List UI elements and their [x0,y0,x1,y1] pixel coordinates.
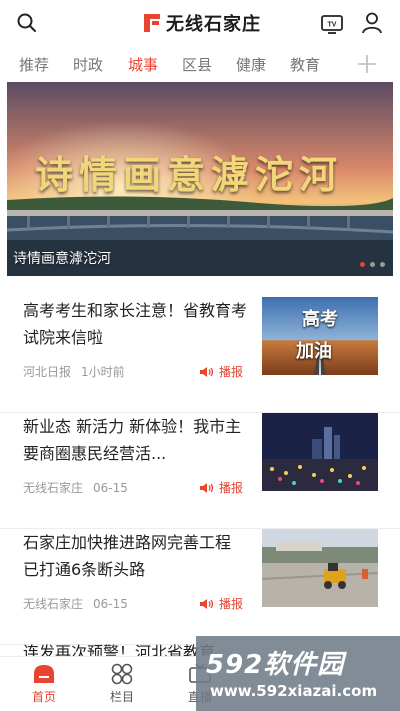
add-tab-icon[interactable] [356,53,378,75]
tab-education[interactable]: 教育 [290,54,320,75]
news-time: 06-15 [93,597,128,611]
nav-home-label: 首页 [31,690,56,704]
nav-columns-label: 栏目 [109,690,134,704]
category-tabs: 推荐 时政 城事 区县 健康 教育 [0,46,400,82]
grid-icon [111,663,133,685]
search-icon[interactable] [16,12,38,34]
logo-mark-icon [144,14,160,32]
news-thumbnail [262,413,378,491]
news-source: 无线石家庄 [23,481,84,495]
speaker-icon [200,598,214,609]
nav-home[interactable]: 首页 [14,657,74,705]
carousel-dot[interactable] [360,262,365,267]
tab-health[interactable]: 健康 [236,54,266,75]
news-meta: 无线石家庄 06-15 [23,595,128,612]
tab-recommend[interactable]: 推荐 [19,54,49,75]
tab-city[interactable]: 城事 [128,54,158,75]
app-header: 无线石家庄 TV [0,0,400,46]
speaker-icon [200,366,214,377]
user-icon[interactable] [361,11,383,35]
news-title: 高考考生和家长注意！省教育考试院来信啦 [23,301,248,347]
speaker-icon [200,482,214,493]
news-item[interactable]: 石家庄加快推进路网完善工程 已打通6条断头路 无线石家庄 06-15 播报 [0,529,400,645]
broadcast-button[interactable]: 播报 [199,479,243,496]
news-meta: 河北日报 1小时前 [23,363,125,380]
banner-calligraphy: 诗情画意滹沱河 [35,152,344,197]
thumbnail-caption: 高考 [302,309,338,330]
home-icon [34,665,54,683]
watermark-url: www.592xiazai.com [210,682,378,700]
tab-politics[interactable]: 时政 [73,54,103,75]
news-time: 06-15 [93,481,128,495]
app-title: 无线石家庄 [166,14,261,35]
banner-title: 诗情画意滹沱河 [13,251,111,267]
banner-carousel[interactable]: 诗情画意滹沱河 诗情画意滹沱河 [7,82,393,276]
broadcast-label: 播报 [219,597,244,611]
watermark-overlay: 592软件园 www.592xiazai.com [196,636,400,711]
thumbnail-caption: 加油 [296,341,332,362]
news-item[interactable]: 新业态 新活力 新体验！我市主要商圈惠民经营活... 无线石家庄 06-15 播报 [0,413,400,529]
carousel-dot[interactable] [380,262,385,267]
watermark-number: 592 [206,650,264,680]
tab-districts[interactable]: 区县 [182,54,212,75]
news-title: 新业态 新活力 新体验！我市主要商圈惠民经营活... [23,417,242,463]
watermark-brand: 软件园 [263,650,345,680]
watermark-logo: 592软件园 [206,644,344,681]
news-time: 1小时前 [81,365,125,379]
news-meta: 无线石家庄 06-15 [23,479,128,496]
carousel-indicator [360,262,385,267]
broadcast-button[interactable]: 播报 [199,595,243,612]
carousel-dot[interactable] [370,262,375,267]
news-thumbnail [262,529,378,607]
news-item[interactable]: 高考考生和家长注意！省教育考试院来信啦 河北日报 1小时前 播报 高考 加油 [0,297,400,413]
app-logo: 无线石家庄 [142,9,261,37]
news-thumbnail: 高考 加油 [262,297,378,375]
news-source: 无线石家庄 [23,597,84,611]
broadcast-label: 播报 [219,365,244,379]
nav-columns[interactable]: 栏目 [92,657,152,705]
tv-icon[interactable]: TV [320,12,344,34]
broadcast-label: 播报 [219,481,244,495]
news-title: 石家庄加快推进路网完善工程 已打通6条断头路 [23,533,232,579]
tv-badge: TV [328,22,337,29]
broadcast-button[interactable]: 播报 [199,363,243,380]
news-source: 河北日报 [23,365,72,379]
